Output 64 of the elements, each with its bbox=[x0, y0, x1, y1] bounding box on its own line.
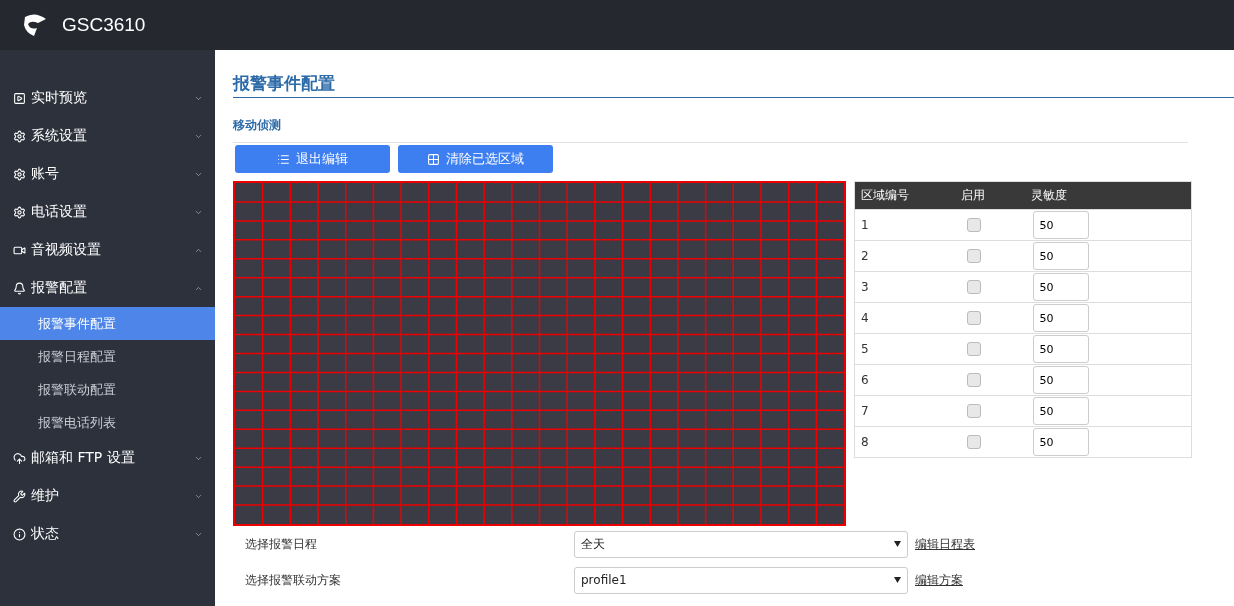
form-label: 选择报警日程 bbox=[244, 535, 318, 553]
enable-checkbox[interactable] bbox=[966, 218, 981, 232]
column-header: 区域编号 bbox=[854, 181, 955, 210]
sidebar-item[interactable]: 音视频设置 bbox=[0, 231, 215, 269]
enable-checkbox[interactable] bbox=[966, 249, 981, 263]
zone-number: 5 bbox=[854, 333, 955, 365]
dropdown-caret-icon bbox=[894, 541, 901, 547]
edit-link[interactable]: 编辑日程表 bbox=[915, 535, 975, 553]
list-icon bbox=[277, 152, 290, 166]
wrench-icon bbox=[13, 489, 26, 503]
sidebar-subitem[interactable]: 报警联动配置 bbox=[0, 373, 215, 406]
enable-checkbox[interactable] bbox=[966, 435, 981, 449]
sidebar-subitem[interactable]: 报警日程配置 bbox=[0, 340, 215, 373]
sensitivity-field[interactable]: 50 bbox=[1032, 428, 1089, 456]
sidebar-item[interactable]: 报警配置 bbox=[0, 269, 215, 307]
sidebar-item[interactable]: 实时预览 bbox=[0, 79, 215, 117]
zone-number: 2 bbox=[854, 240, 955, 272]
column-header: 启用 bbox=[954, 181, 1025, 210]
toolbar-button[interactable]: 退出编辑 bbox=[235, 145, 390, 173]
product-name: GSC3610 bbox=[62, 14, 146, 36]
sidebar-item[interactable]: 维护 bbox=[0, 477, 215, 515]
zone-number: 6 bbox=[854, 364, 955, 396]
sidebar-subitem[interactable]: 报警电话列表 bbox=[0, 406, 215, 439]
form-label: 选择报警联动方案 bbox=[244, 571, 342, 589]
column-header: 灵敏度 bbox=[1024, 181, 1192, 210]
sidebar-subitem[interactable]: 报警事件配置 bbox=[0, 307, 215, 340]
sidebar-item[interactable]: 系统设置 bbox=[0, 117, 215, 155]
sidebar-item[interactable]: 邮箱和 FTP 设置 bbox=[0, 439, 215, 477]
gear-icon bbox=[13, 205, 26, 219]
sensitivity-field[interactable]: 50 bbox=[1032, 335, 1089, 363]
grid-icon bbox=[427, 152, 440, 166]
play-icon bbox=[13, 91, 26, 105]
dropdown-field[interactable]: 全天 bbox=[574, 530, 908, 558]
sensitivity-field[interactable]: 50 bbox=[1032, 366, 1089, 394]
enable-checkbox[interactable] bbox=[966, 373, 981, 387]
sidebar-item[interactable]: 状态 bbox=[0, 515, 215, 553]
sidebar-item[interactable]: 账号 bbox=[0, 155, 215, 193]
enable-checkbox[interactable] bbox=[966, 280, 981, 294]
edit-link[interactable]: 编辑方案 bbox=[915, 571, 963, 589]
logo-icon bbox=[22, 13, 48, 37]
sensitivity-field[interactable]: 50 bbox=[1032, 397, 1089, 425]
sensitivity-field[interactable]: 50 bbox=[1032, 304, 1089, 332]
enable-checkbox[interactable] bbox=[966, 311, 981, 325]
sidebar-item[interactable]: 电话设置 bbox=[0, 193, 215, 231]
dropdown-field[interactable]: profile1 bbox=[574, 566, 908, 594]
gear-icon bbox=[13, 129, 26, 143]
zone-number: 4 bbox=[854, 302, 955, 334]
bell-icon bbox=[13, 281, 26, 295]
cloud-upload-icon bbox=[13, 451, 26, 465]
info-icon bbox=[13, 527, 26, 541]
enable-checkbox[interactable] bbox=[966, 404, 981, 418]
dropdown-caret-icon bbox=[894, 577, 901, 583]
sensitivity-field[interactable]: 50 bbox=[1032, 211, 1089, 239]
zone-number: 7 bbox=[854, 395, 955, 427]
sensitivity-field[interactable]: 50 bbox=[1032, 242, 1089, 270]
sensitivity-field[interactable]: 50 bbox=[1032, 273, 1089, 301]
page-title: 报警事件配置 bbox=[233, 72, 1234, 98]
zone-number: 3 bbox=[854, 271, 955, 303]
toolbar-button[interactable]: 清除已选区域 bbox=[398, 145, 553, 173]
enable-checkbox[interactable] bbox=[966, 342, 981, 356]
zone-number: 8 bbox=[854, 426, 955, 458]
gear-icon bbox=[13, 167, 26, 181]
section-title: 移动侦测 bbox=[233, 117, 1188, 143]
zone-number: 1 bbox=[854, 209, 955, 241]
